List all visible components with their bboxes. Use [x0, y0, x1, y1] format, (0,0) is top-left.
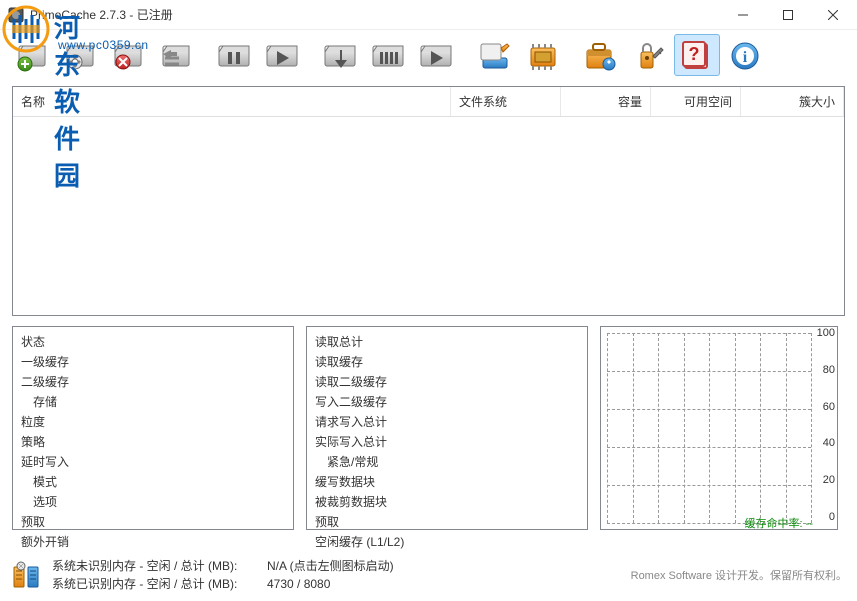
- stat-row: 预取: [307, 511, 587, 531]
- hit-rate-chart: [607, 333, 811, 523]
- stat-row: 额外开销: [13, 531, 293, 551]
- column-free[interactable]: 可用空间: [651, 87, 741, 116]
- stat-row: 写入二级缓存: [307, 391, 587, 411]
- table-body[interactable]: [13, 117, 844, 315]
- stat-label: 缓写数据块: [315, 473, 415, 490]
- column-filesystem[interactable]: 文件系统: [451, 87, 561, 116]
- unmanaged-mem-value: N/A (点击左侧图标启动): [267, 557, 394, 575]
- memory-icon[interactable]: [10, 559, 42, 591]
- stat-row: 预取: [13, 511, 293, 531]
- stat-row: 实际写入总计: [307, 431, 587, 451]
- column-cluster[interactable]: 簇大小: [741, 87, 844, 116]
- stat-label: 一级缓存: [21, 353, 121, 370]
- close-button[interactable]: [810, 0, 855, 29]
- stat-label: 选项: [21, 493, 121, 510]
- y-tick-label: 0: [813, 511, 835, 523]
- stat-row: 模式: [13, 471, 293, 491]
- stat-label: 读取总计: [315, 333, 415, 350]
- stat-label: 被裁剪数据块: [315, 493, 415, 510]
- volume-table[interactable]: 名称 文件系统 容量 可用空间 簇大小: [12, 86, 845, 316]
- stat-label: 空闲缓存 (L1/L2): [315, 533, 415, 550]
- stat-row: 请求写入总计: [307, 411, 587, 431]
- new-cache-task-button[interactable]: [10, 34, 56, 76]
- stat-row: 一级缓存: [13, 351, 293, 371]
- stat-label: 预取: [315, 513, 415, 530]
- stat-row: 紧急/常规: [307, 451, 587, 471]
- stat-row: 缓写数据块: [307, 471, 587, 491]
- stat-row: 读取总计: [307, 331, 587, 351]
- preferences-button[interactable]: [472, 34, 518, 76]
- memory-mgmt-button[interactable]: [520, 34, 566, 76]
- window-titlebar: PrimoCache 2.7.3 - 已注册: [0, 0, 857, 30]
- stop-cache-button[interactable]: [154, 34, 200, 76]
- stat-row: 二级缓存: [13, 371, 293, 391]
- stat-label: 存储: [21, 393, 121, 410]
- copyright-text: Romex Software 设计开发。保留所有权利。: [631, 567, 847, 583]
- stat-label: 请求写入总计: [315, 413, 415, 430]
- about-button[interactable]: i: [722, 34, 768, 76]
- column-name[interactable]: 名称: [13, 87, 451, 116]
- start-all-button[interactable]: [414, 34, 460, 76]
- stat-label: 读取缓存: [315, 353, 415, 370]
- stat-label: 紧急/常规: [315, 453, 415, 470]
- hit-rate-chart-panel: 100 80 60 40 20 0 缓存命中率: --: [600, 326, 838, 530]
- column-capacity[interactable]: 容量: [561, 87, 651, 116]
- pause-all-button[interactable]: [212, 34, 258, 76]
- stat-label: 写入二级缓存: [315, 393, 415, 410]
- y-tick-label: 20: [813, 474, 835, 486]
- y-tick-label: 100: [813, 327, 835, 339]
- stat-label: 状态: [21, 333, 121, 350]
- stat-row: 粒度: [13, 411, 293, 431]
- help-button[interactable]: ?: [674, 34, 720, 76]
- cache-config-panel: 状态一级缓存二级缓存 存储粒度策略延时写入 模式 选项预取额外开销: [12, 326, 294, 530]
- svg-text:?: ?: [689, 44, 700, 64]
- stat-row: 读取二级缓存: [307, 371, 587, 391]
- stat-row: 策略: [13, 431, 293, 451]
- stat-row: 选项: [13, 491, 293, 511]
- cache-stats-panel: 读取总计读取缓存读取二级缓存写入二级缓存请求写入总计实际写入总计 紧急/常规缓写…: [306, 326, 588, 530]
- purchase-button[interactable]: [578, 34, 624, 76]
- reset-stats-button[interactable]: [366, 34, 412, 76]
- main-toolbar: ? i: [0, 30, 857, 80]
- minimize-button[interactable]: [720, 0, 765, 29]
- resume-all-button[interactable]: [260, 34, 306, 76]
- svg-text:i: i: [743, 49, 748, 66]
- y-tick-label: 80: [813, 364, 835, 376]
- y-tick-label: 60: [813, 401, 835, 413]
- config-cache-button[interactable]: [58, 34, 104, 76]
- stat-row: 延时写入: [13, 451, 293, 471]
- stat-row: 状态: [13, 331, 293, 351]
- stat-label: 二级缓存: [21, 373, 121, 390]
- license-key-button[interactable]: [626, 34, 672, 76]
- stat-row: 读取缓存: [307, 351, 587, 371]
- stat-row: 被裁剪数据块: [307, 491, 587, 511]
- stat-label: 延时写入: [21, 453, 121, 470]
- stat-label: 粒度: [21, 413, 121, 430]
- managed-mem-label: 系统已识别内存 - 空闲 / 总计 (MB):: [52, 575, 267, 593]
- table-header-row: 名称 文件系统 容量 可用空间 簇大小: [13, 87, 844, 117]
- stat-label: 模式: [21, 473, 121, 490]
- app-icon: [8, 7, 24, 23]
- delete-cache-button[interactable]: [106, 34, 152, 76]
- stat-label: 预取: [21, 513, 121, 530]
- stat-label: 实际写入总计: [315, 433, 415, 450]
- stat-label: 策略: [21, 433, 121, 450]
- stat-label: 读取二级缓存: [315, 373, 415, 390]
- unmanaged-mem-label: 系统未识别内存 - 空闲 / 总计 (MB):: [52, 557, 267, 575]
- stat-label: 额外开销: [21, 533, 121, 550]
- y-tick-label: 40: [813, 437, 835, 449]
- stat-row: 存储: [13, 391, 293, 411]
- managed-mem-value: 4730 / 8080: [267, 575, 330, 593]
- flush-caches-button[interactable]: [318, 34, 364, 76]
- status-footer: 系统未识别内存 - 空闲 / 总计 (MB): N/A (点击左侧图标启动) 系…: [10, 557, 847, 593]
- maximize-button[interactable]: [765, 0, 810, 29]
- stat-row: 空闲缓存 (L1/L2): [307, 531, 587, 551]
- window-title: PrimoCache 2.7.3 - 已注册: [30, 6, 720, 23]
- chart-caption: 缓存命中率: --: [745, 515, 813, 531]
